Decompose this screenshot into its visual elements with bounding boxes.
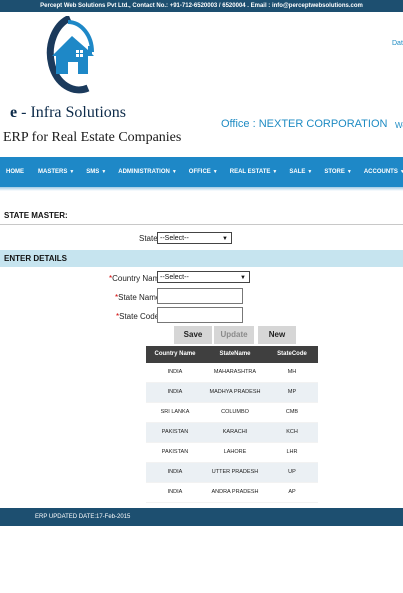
chevron-down-icon: ▼ bbox=[101, 169, 107, 175]
main-nav: HOME MASTERS ▼ SMS ▼ ADMINISTRATION ▼ OFFIC… bbox=[0, 157, 403, 187]
country-name-label: *Country Name bbox=[109, 274, 164, 283]
chevron-down-icon: ▼ bbox=[69, 169, 75, 175]
table-row[interactable]: INDIA MADHYA PRADESH MP bbox=[146, 383, 318, 403]
nav-real-estate[interactable]: REAL ESTATE ▼ bbox=[224, 157, 284, 187]
cell-state-name: COLUMBO bbox=[221, 409, 249, 415]
section-header: ENTER DETAILS bbox=[0, 250, 403, 267]
chevron-down-icon: ▼ bbox=[346, 169, 352, 175]
table-row[interactable]: SRI LANKA COLUMBO CMB bbox=[146, 403, 318, 423]
brand-e: e bbox=[10, 104, 18, 121]
cell-state-code: MH bbox=[287, 369, 297, 375]
brand-title: e - Infra Solutions bbox=[10, 104, 126, 122]
dropdown-arrow-icon: ▼ bbox=[240, 275, 246, 281]
cell-state-code: MP bbox=[287, 389, 297, 395]
nav-accounts[interactable]: ACCOUNTS ▼ bbox=[358, 157, 403, 187]
cell-country: INDIA bbox=[167, 369, 183, 375]
brand-subtitle: ERP for Real Estate Companies bbox=[3, 130, 182, 145]
cell-state-code: AP bbox=[288, 489, 296, 495]
new-button[interactable]: New bbox=[258, 326, 296, 344]
table-row[interactable]: INDIA ANDRA PRADESH AP bbox=[146, 483, 318, 503]
welcome-label: We bbox=[395, 121, 403, 130]
page-title: STATE MASTER: bbox=[4, 211, 68, 220]
cell-state-code: CMB bbox=[285, 409, 299, 415]
chevron-down-icon: ▼ bbox=[272, 169, 278, 175]
cell-state-name: MAHARASHTRA bbox=[213, 369, 257, 375]
office-name: Office : NEXTER CORPORATION bbox=[221, 118, 388, 130]
state-filter-label: State bbox=[139, 234, 158, 243]
state-name-input[interactable] bbox=[157, 288, 243, 304]
cell-state-name: KARACHI bbox=[222, 429, 248, 435]
cell-state-code: KCH bbox=[286, 429, 298, 435]
state-table: Country Name StateName StateCode INDIA M… bbox=[146, 346, 318, 503]
cell-country: INDIA bbox=[167, 489, 183, 495]
nav-office[interactable]: OFFICE ▼ bbox=[183, 157, 224, 187]
table-header: Country Name StateName StateCode bbox=[146, 346, 318, 363]
cell-state-name: ANDRA PRADESH bbox=[211, 489, 259, 495]
cell-state-name: LAHORE bbox=[223, 449, 247, 455]
brand-name: - Infra Solutions bbox=[21, 104, 126, 121]
table-row[interactable]: PAKISTAN LAHORE LHR bbox=[146, 443, 318, 463]
nav-store[interactable]: STORE ▼ bbox=[318, 157, 358, 187]
nav-masters[interactable]: MASTERS ▼ bbox=[32, 157, 80, 187]
chevron-down-icon: ▼ bbox=[171, 169, 177, 175]
cell-state-name: MADHYA PRADESH bbox=[209, 389, 261, 395]
state-filter-value: --Select-- bbox=[160, 235, 189, 242]
table-row[interactable]: PAKISTAN KARACHI KCH bbox=[146, 423, 318, 443]
nav-home[interactable]: HOME bbox=[0, 157, 32, 187]
nav-administration[interactable]: ADMINISTRATION ▼ bbox=[112, 157, 183, 187]
cell-state-name: UTTER PRADESH bbox=[211, 469, 259, 475]
state-code-input[interactable] bbox=[157, 307, 243, 323]
date-label: Dat bbox=[392, 40, 403, 47]
country-name-select[interactable]: --Select-- ▼ bbox=[157, 271, 250, 283]
chevron-down-icon: ▼ bbox=[212, 169, 218, 175]
col-state-name[interactable]: StateName bbox=[204, 346, 266, 363]
table-row[interactable]: INDIA MAHARASHTRA MH bbox=[146, 363, 318, 383]
table-row[interactable]: INDIA UTTER PRADESH UP bbox=[146, 463, 318, 483]
state-filter-select[interactable]: --Select-- ▼ bbox=[157, 232, 232, 244]
divider bbox=[0, 224, 403, 225]
nav-sms[interactable]: SMS ▼ bbox=[80, 157, 112, 187]
update-button[interactable]: Update bbox=[214, 326, 254, 344]
cell-country: INDIA bbox=[167, 389, 183, 395]
cell-country: SRI LANKA bbox=[160, 409, 190, 415]
dropdown-arrow-icon: ▼ bbox=[222, 236, 228, 242]
cell-country: INDIA bbox=[167, 469, 183, 475]
footer-bar: ERP UPDATED DATE:17-Feb-2015 bbox=[0, 508, 403, 526]
chevron-down-icon: ▼ bbox=[307, 169, 313, 175]
nav-sale[interactable]: SALE ▼ bbox=[283, 157, 318, 187]
nav-divider bbox=[0, 187, 403, 191]
col-country-name[interactable]: Country Name bbox=[146, 346, 204, 363]
cell-state-code: LHR bbox=[286, 449, 298, 455]
house-logo-icon bbox=[46, 16, 94, 94]
state-name-label: *State Name bbox=[115, 293, 161, 302]
cell-state-code: UP bbox=[288, 469, 296, 475]
save-button[interactable]: Save bbox=[174, 326, 212, 344]
country-name-value: --Select-- bbox=[160, 274, 189, 281]
state-code-label: *State Code bbox=[116, 312, 160, 321]
cell-country: PAKISTAN bbox=[161, 429, 189, 435]
cell-country: PAKISTAN bbox=[161, 449, 189, 455]
col-state-code[interactable]: StateCode bbox=[266, 346, 318, 363]
contact-bar: Percept Web Solutions Pvt Ltd., Contact … bbox=[0, 0, 403, 12]
